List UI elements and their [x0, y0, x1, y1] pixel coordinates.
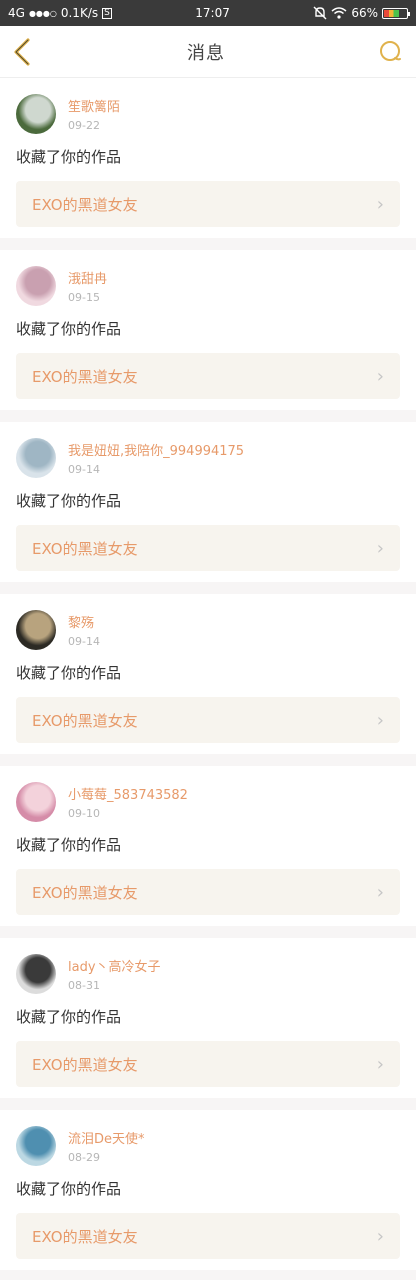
- user-row[interactable]: 我是妞妞,我陪你_994994175 09-14: [16, 438, 400, 478]
- signal-indicator: ●●●○: [28, 8, 57, 18]
- message-card: 流泪De天使* 08-29 收藏了你的作品 EXO的黑道女友 ›: [0, 1110, 416, 1270]
- username[interactable]: lady丶高冷女子: [68, 956, 161, 975]
- work-title: EXO的黑道女友: [32, 1227, 138, 1246]
- message-card: 涐甜冉 09-15 收藏了你的作品 EXO的黑道女友 ›: [0, 250, 416, 410]
- battery-icon: [382, 7, 410, 19]
- chevron-right-icon: ›: [376, 193, 384, 215]
- work-link[interactable]: EXO的黑道女友 ›: [16, 1213, 400, 1259]
- nav-bar: 消息: [0, 26, 416, 78]
- message-card: 小莓莓_583743582 09-10 收藏了你的作品 EXO的黑道女友 ›: [0, 766, 416, 926]
- message-date: 08-29: [68, 1151, 100, 1164]
- avatar[interactable]: [16, 954, 56, 994]
- network-label: 4G: [8, 6, 25, 20]
- avatar[interactable]: [16, 1126, 56, 1166]
- message-date: 09-14: [68, 463, 100, 476]
- status-left: 4G ●●●○ 0.1K/s S: [8, 6, 112, 20]
- chevron-right-icon: ›: [376, 1225, 384, 1247]
- work-link[interactable]: EXO的黑道女友 ›: [16, 181, 400, 227]
- work-link[interactable]: EXO的黑道女友 ›: [16, 353, 400, 399]
- message-card: lady丶高冷女子 08-31 收藏了你的作品 EXO的黑道女友 ›: [0, 938, 416, 1098]
- chevron-right-icon: ›: [376, 537, 384, 559]
- status-time: 17:07: [195, 6, 230, 20]
- work-title: EXO的黑道女友: [32, 367, 138, 386]
- user-row[interactable]: 小莓莓_583743582 09-10: [16, 782, 400, 822]
- chevron-left-icon[interactable]: [10, 37, 34, 67]
- work-title: EXO的黑道女友: [32, 711, 138, 730]
- user-row[interactable]: lady丶高冷女子 08-31: [16, 954, 400, 994]
- work-title: EXO的黑道女友: [32, 539, 138, 558]
- user-row[interactable]: 涐甜冉 09-15: [16, 266, 400, 306]
- avatar[interactable]: [16, 610, 56, 650]
- message-list: 笙歌篱陌 09-22 收藏了你的作品 EXO的黑道女友 › 涐甜冉 09-15 …: [0, 78, 416, 1270]
- mute-bell-icon: [313, 6, 327, 20]
- message-date: 09-14: [68, 635, 100, 648]
- message-card: 我是妞妞,我陪你_994994175 09-14 收藏了你的作品 EXO的黑道女…: [0, 422, 416, 582]
- user-row[interactable]: 笙歌篱陌 09-22: [16, 94, 400, 134]
- wifi-icon: [331, 7, 347, 19]
- work-link[interactable]: EXO的黑道女友 ›: [16, 697, 400, 743]
- message-card: 黎殇 09-14 收藏了你的作品 EXO的黑道女友 ›: [0, 594, 416, 754]
- username[interactable]: 涐甜冉: [68, 268, 107, 287]
- work-link[interactable]: EXO的黑道女友 ›: [16, 525, 400, 571]
- action-text: 收藏了你的作品: [16, 492, 122, 510]
- action-text: 收藏了你的作品: [16, 148, 122, 166]
- username[interactable]: 流泪De天使*: [68, 1128, 145, 1147]
- action-text: 收藏了你的作品: [16, 1008, 122, 1026]
- action-text: 收藏了你的作品: [16, 664, 122, 682]
- avatar[interactable]: [16, 438, 56, 478]
- page-title: 消息: [187, 42, 225, 64]
- avatar[interactable]: [16, 782, 56, 822]
- message-card: 笙歌篱陌 09-22 收藏了你的作品 EXO的黑道女友 ›: [0, 78, 416, 238]
- chevron-right-icon: ›: [376, 1053, 384, 1075]
- work-link[interactable]: EXO的黑道女友 ›: [16, 1041, 400, 1087]
- username[interactable]: 我是妞妞,我陪你_994994175: [68, 440, 244, 459]
- message-date: 09-15: [68, 291, 100, 304]
- battery-percent: 66%: [351, 6, 378, 20]
- status-bar: 4G ●●●○ 0.1K/s S 17:07 66%: [0, 0, 416, 26]
- action-text: 收藏了你的作品: [16, 836, 122, 854]
- status-right: 66%: [313, 6, 410, 20]
- work-title: EXO的黑道女友: [32, 195, 138, 214]
- chevron-right-icon: ›: [376, 365, 384, 387]
- action-text: 收藏了你的作品: [16, 320, 122, 338]
- message-date: 08-31: [68, 979, 100, 992]
- avatar[interactable]: [16, 94, 56, 134]
- message-date: 09-10: [68, 807, 100, 820]
- s-badge: S: [102, 7, 112, 19]
- work-link[interactable]: EXO的黑道女友 ›: [16, 869, 400, 915]
- action-text: 收藏了你的作品: [16, 1180, 122, 1198]
- username[interactable]: 笙歌篱陌: [68, 96, 120, 115]
- chevron-right-icon: ›: [376, 709, 384, 731]
- work-title: EXO的黑道女友: [32, 883, 138, 902]
- username[interactable]: 黎殇: [68, 612, 100, 631]
- username[interactable]: 小莓莓_583743582: [68, 784, 188, 803]
- message-date: 09-22: [68, 119, 100, 132]
- chevron-right-icon: ›: [376, 881, 384, 903]
- avatar[interactable]: [16, 266, 56, 306]
- work-title: EXO的黑道女友: [32, 1055, 138, 1074]
- user-row[interactable]: 黎殇 09-14: [16, 610, 400, 650]
- speed-label: 0.1K/s: [60, 6, 99, 20]
- search-icon[interactable]: [378, 39, 404, 65]
- user-row[interactable]: 流泪De天使* 08-29: [16, 1126, 400, 1166]
